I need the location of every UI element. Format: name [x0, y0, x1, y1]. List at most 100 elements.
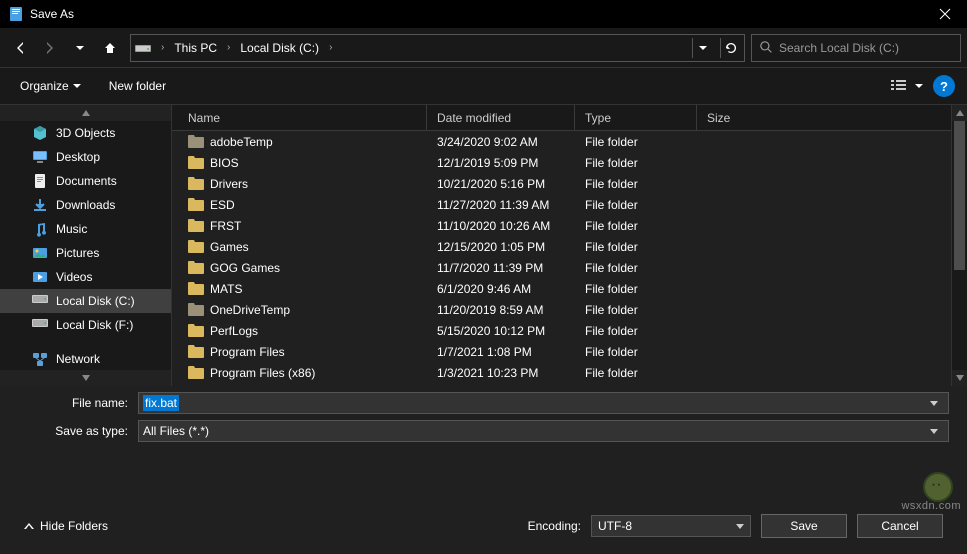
- filename-dropdown[interactable]: [924, 396, 944, 410]
- new-folder-button[interactable]: New folder: [101, 75, 174, 97]
- hide-folders-button[interactable]: Hide Folders: [24, 519, 108, 533]
- sidebar-item-network[interactable]: Network: [0, 347, 171, 371]
- chevron-right-icon: ›: [329, 42, 332, 53]
- column-header-size[interactable]: Size: [697, 105, 967, 130]
- sidebar-item[interactable]: Local Disk (C:): [0, 289, 171, 313]
- savetype-dropdown[interactable]: [924, 424, 944, 438]
- address-dropdown[interactable]: [692, 38, 712, 58]
- sidebar-item[interactable]: Videos: [0, 265, 171, 289]
- file-type: File folder: [575, 345, 697, 359]
- file-name: Games: [210, 240, 249, 254]
- title-bar[interactable]: Save As: [0, 0, 967, 28]
- content-area: 3D Objects Desktop Documents DownloadsMusic…: [0, 104, 967, 386]
- savetype-select[interactable]: All Files (*.*): [138, 420, 949, 442]
- chevron-down-icon: [736, 524, 744, 530]
- scroll-down-button[interactable]: [952, 370, 967, 386]
- history-dropdown[interactable]: [66, 34, 94, 62]
- column-headers: Name Date modified Type Size: [172, 105, 967, 131]
- search-placeholder: Search Local Disk (C:): [779, 41, 899, 55]
- scroll-thumb[interactable]: [954, 121, 965, 270]
- file-row[interactable]: ESD 11/27/2020 11:39 AM File folder: [172, 194, 967, 215]
- arrow-right-icon: [42, 40, 58, 56]
- file-row[interactable]: Program Files (x86) 1/3/2021 10:23 PM Fi…: [172, 362, 967, 383]
- file-row[interactable]: MATS 6/1/2020 9:46 AM File folder: [172, 278, 967, 299]
- nav-icon: [32, 125, 48, 141]
- close-button[interactable]: [922, 0, 967, 28]
- file-row[interactable]: OneDriveTemp 11/20/2019 8:59 AM File fol…: [172, 299, 967, 320]
- sidebar-item-label: Documents: [56, 174, 117, 188]
- file-row[interactable]: Drivers 10/21/2020 5:16 PM File folder: [172, 173, 967, 194]
- folder-icon: [188, 156, 204, 169]
- file-row[interactable]: PerfLogs 5/15/2020 10:12 PM File folder: [172, 320, 967, 341]
- breadcrumb-drive[interactable]: Local Disk (C:): [236, 39, 323, 57]
- sidebar-item-label: 3D Objects: [56, 126, 115, 140]
- nav-icon: [32, 197, 48, 213]
- back-button[interactable]: [6, 34, 34, 62]
- folder-icon: [188, 345, 204, 358]
- encoding-dropdown[interactable]: [736, 519, 744, 533]
- address-bar[interactable]: › This PC › Local Disk (C:) ›: [130, 34, 745, 62]
- sidebar-item[interactable]: Local Disk (F:): [0, 313, 171, 337]
- chevron-right-icon: ›: [161, 42, 164, 53]
- file-name: ESD: [210, 198, 235, 212]
- watermark-logo: [923, 472, 953, 502]
- encoding-select[interactable]: UTF-8: [591, 515, 751, 537]
- sidebar-item[interactable]: Desktop: [0, 145, 171, 169]
- column-header-type[interactable]: Type: [575, 105, 697, 130]
- nav-icon: [32, 293, 48, 309]
- file-scrollbar[interactable]: [951, 105, 967, 386]
- breadcrumb-this-pc[interactable]: This PC: [170, 39, 221, 57]
- nav-scroll-up[interactable]: [0, 105, 171, 121]
- column-header-name[interactable]: Name: [172, 105, 427, 130]
- file-row[interactable]: FRST 11/10/2020 10:26 AM File folder: [172, 215, 967, 236]
- form-area: File name: fix.bat Save as type: All Fil…: [0, 386, 967, 454]
- search-input[interactable]: Search Local Disk (C:): [751, 34, 961, 62]
- chevron-down-icon: [930, 429, 938, 435]
- refresh-icon: [724, 41, 738, 55]
- file-row[interactable]: Games 12/15/2020 1:05 PM File folder: [172, 236, 967, 257]
- filename-value: fix.bat: [143, 395, 179, 411]
- toolbar: Organize New folder ?: [0, 68, 967, 104]
- file-date: 11/7/2020 11:39 PM: [427, 261, 575, 275]
- up-button[interactable]: [96, 34, 124, 62]
- sidebar-item[interactable]: Pictures: [0, 241, 171, 265]
- save-button[interactable]: Save: [761, 514, 847, 538]
- encoding-value: UTF-8: [598, 519, 632, 533]
- file-row[interactable]: BIOS 12/1/2019 5:09 PM File folder: [172, 152, 967, 173]
- network-icon: [32, 351, 48, 367]
- file-row[interactable]: adobeTemp 3/24/2020 9:02 AM File folder: [172, 131, 967, 152]
- chevron-up-icon: [82, 110, 90, 116]
- close-icon: [939, 8, 951, 20]
- help-button[interactable]: ?: [933, 75, 955, 97]
- file-type: File folder: [575, 177, 697, 191]
- folder-icon: [188, 135, 204, 148]
- file-date: 3/24/2020 9:02 AM: [427, 135, 575, 149]
- savetype-value: All Files (*.*): [143, 424, 209, 438]
- file-row[interactable]: Program Files 1/7/2021 1:08 PM File fold…: [172, 341, 967, 362]
- filename-input[interactable]: fix.bat: [138, 392, 949, 414]
- sidebar-item-label: Videos: [56, 270, 92, 284]
- file-type: File folder: [575, 156, 697, 170]
- file-row[interactable]: GOG Games 11/7/2020 11:39 PM File folder: [172, 257, 967, 278]
- file-name: GOG Games: [210, 261, 280, 275]
- file-name: MATS: [210, 282, 242, 296]
- scroll-up-button[interactable]: [952, 105, 967, 121]
- sidebar-item[interactable]: Documents: [0, 169, 171, 193]
- sidebar-item[interactable]: Downloads: [0, 193, 171, 217]
- folder-icon: [188, 282, 204, 295]
- column-header-date[interactable]: Date modified: [427, 105, 575, 130]
- nav-scroll-down[interactable]: [0, 370, 171, 386]
- file-date: 5/15/2020 10:12 PM: [427, 324, 575, 338]
- chevron-down-icon: [698, 43, 708, 53]
- cancel-button[interactable]: Cancel: [857, 514, 943, 538]
- file-date: 1/7/2021 1:08 PM: [427, 345, 575, 359]
- sidebar-item[interactable]: Music: [0, 217, 171, 241]
- view-options-button[interactable]: [889, 74, 925, 98]
- forward-button[interactable]: [36, 34, 64, 62]
- sidebar-item[interactable]: 3D Objects: [0, 121, 171, 145]
- refresh-button[interactable]: [720, 38, 740, 58]
- file-list: Name Date modified Type Size adobeTemp 3…: [172, 105, 967, 386]
- file-name: Drivers: [210, 177, 248, 191]
- organize-menu[interactable]: Organize: [12, 75, 89, 97]
- file-type: File folder: [575, 198, 697, 212]
